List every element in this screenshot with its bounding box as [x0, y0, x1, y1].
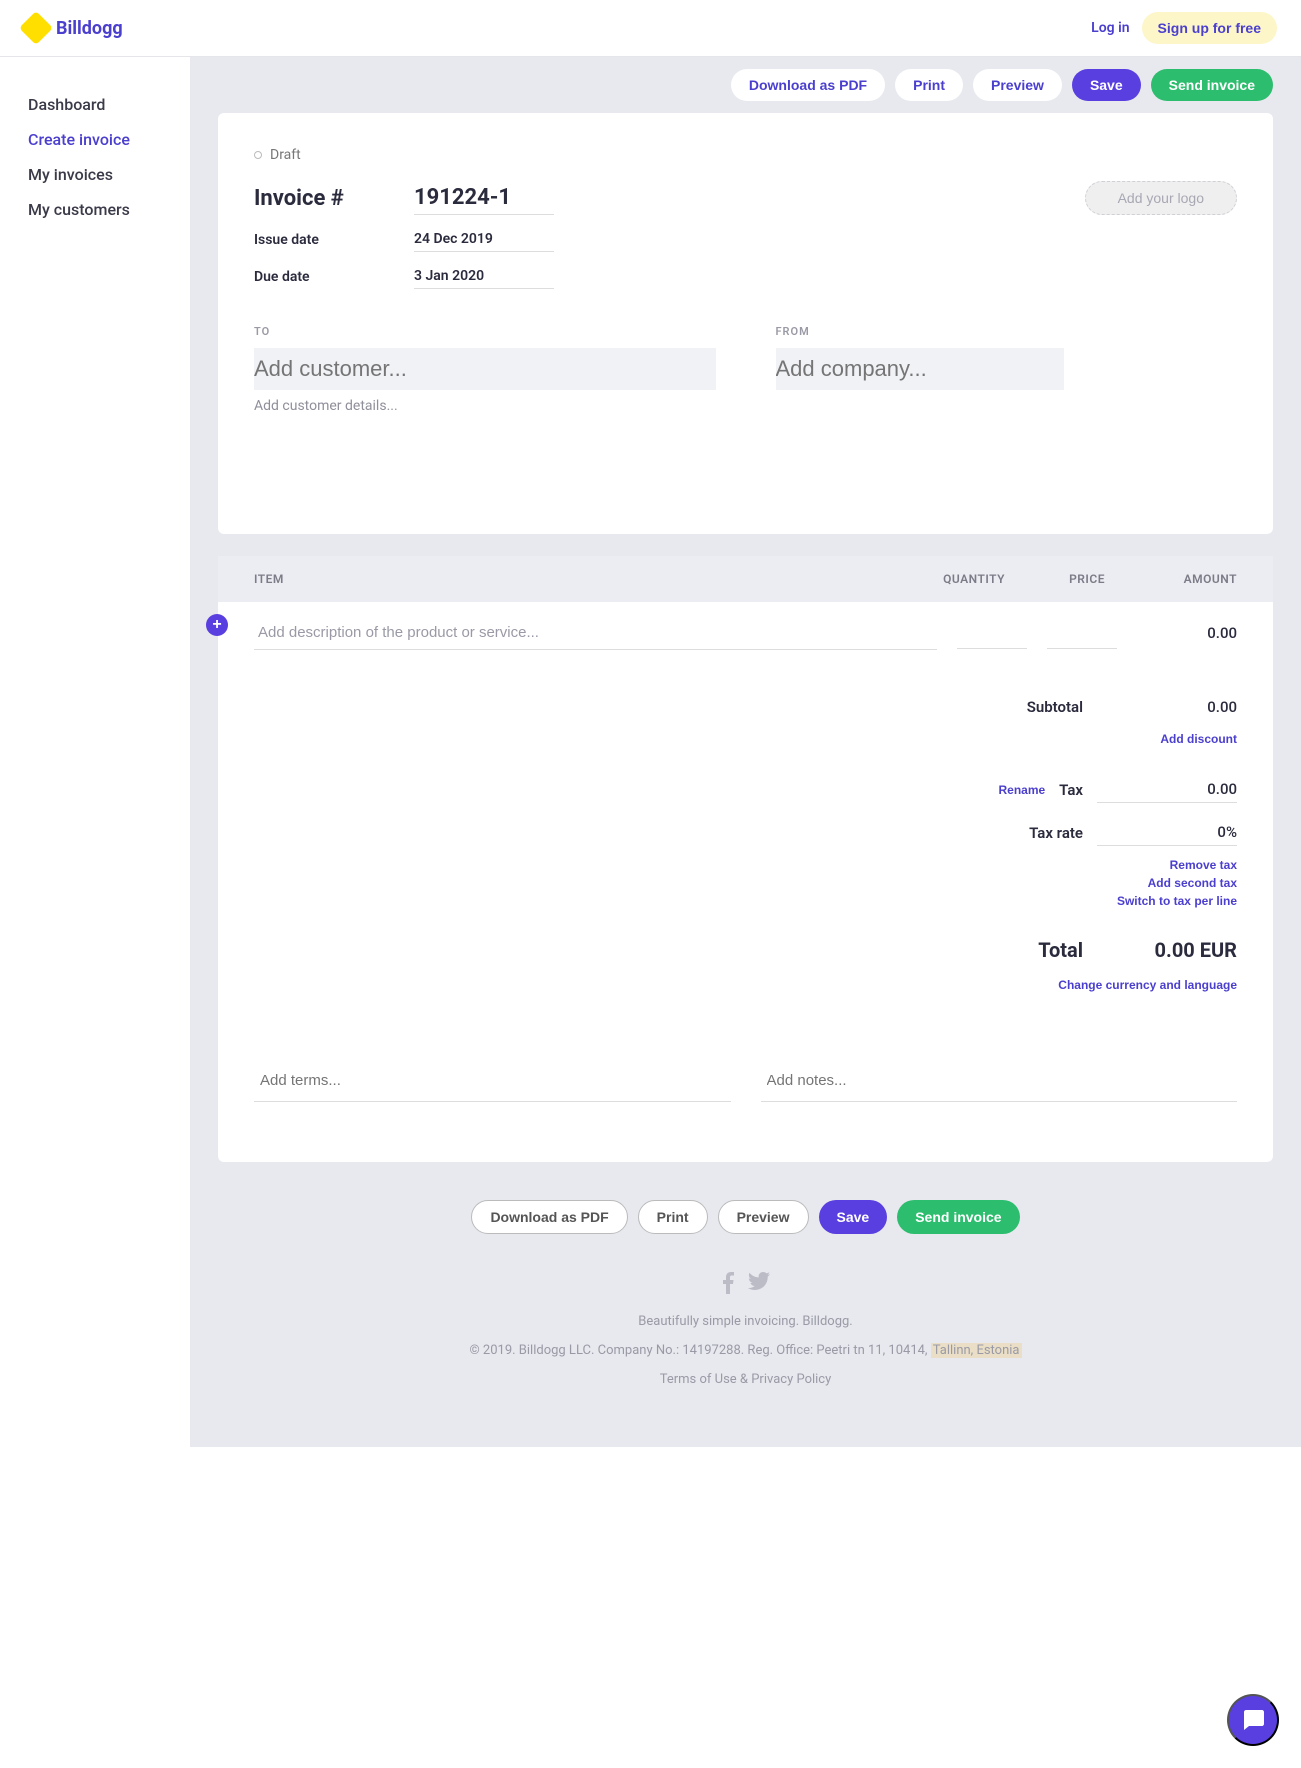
tax-value: 0.00 [1097, 776, 1237, 803]
items-body: + 0.00 Subtotal 0.00 Add discount Rename [218, 602, 1273, 1162]
terms-input[interactable] [254, 1060, 731, 1102]
top-actions: Log in Sign up for free [1091, 12, 1277, 44]
col-item: ITEM [226, 572, 905, 586]
col-amount: AMOUNT [1105, 572, 1265, 586]
intercom-button[interactable] [1227, 1694, 1279, 1746]
item-amount: 0.00 [1117, 624, 1237, 642]
sidebar: Dashboard Create invoice My invoices My … [0, 57, 190, 1447]
due-date-label: Due date [254, 269, 414, 285]
line-item-row: 0.00 [254, 616, 1237, 650]
invoice-card: Draft Invoice # 191224-1 Issue date 24 D… [218, 113, 1273, 534]
total-value: 0.00 EUR [1097, 938, 1237, 962]
save-button-bottom[interactable]: Save [819, 1200, 888, 1234]
status-row: Draft [254, 147, 1237, 163]
twitter-link[interactable] [748, 1272, 770, 1298]
to-header: TO [254, 325, 716, 338]
status-text: Draft [270, 147, 301, 163]
nav-create-invoice[interactable]: Create invoice [28, 122, 190, 157]
item-price-input[interactable] [1047, 617, 1117, 649]
col-quantity: QUANTITY [905, 572, 1005, 586]
due-date-input[interactable]: 3 Jan 2020 [414, 264, 554, 289]
action-bar-top: Download as PDF Print Preview Save Send … [190, 57, 1301, 113]
nav-dashboard[interactable]: Dashboard [28, 87, 190, 122]
signup-button[interactable]: Sign up for free [1142, 12, 1277, 44]
privacy-link[interactable]: Privacy Policy [751, 1372, 831, 1387]
item-quantity-input[interactable] [957, 617, 1027, 649]
items-header: ITEM QUANTITY PRICE AMOUNT [218, 556, 1273, 602]
tax-label: Tax [1059, 781, 1083, 799]
invoice-number-input[interactable]: 191224-1 [414, 181, 554, 215]
remove-tax-button[interactable]: Remove tax [1170, 858, 1237, 872]
change-currency-button[interactable]: Change currency and language [1058, 978, 1237, 992]
add-item-button[interactable]: + [206, 614, 228, 636]
preview-button-bottom[interactable]: Preview [718, 1200, 809, 1234]
rename-tax-button[interactable]: Rename [998, 783, 1045, 797]
issue-date-input[interactable]: 24 Dec 2019 [414, 227, 554, 252]
subtotal-value: 0.00 [1097, 698, 1237, 716]
action-bar-bottom: Download as PDF Print Preview Save Send … [190, 1162, 1301, 1258]
facebook-icon [722, 1272, 734, 1294]
tax-rate-label: Tax rate [1029, 824, 1083, 842]
add-logo-button[interactable]: Add your logo [1085, 181, 1237, 215]
login-link[interactable]: Log in [1091, 20, 1129, 36]
invoice-number-label: Invoice # [254, 186, 414, 211]
terms-link[interactable]: Terms of Use [660, 1372, 737, 1387]
top-header: Billdogg Log in Sign up for free [0, 0, 1301, 57]
add-second-tax-button[interactable]: Add second tax [1148, 876, 1237, 890]
footer-tagline: Beautifully simple invoicing. Billdogg. [190, 1314, 1301, 1329]
print-button[interactable]: Print [895, 69, 963, 101]
add-discount-button[interactable]: Add discount [1160, 732, 1237, 746]
nav-my-invoices[interactable]: My invoices [28, 157, 190, 192]
company-input[interactable] [776, 348, 1064, 390]
send-invoice-button[interactable]: Send invoice [1151, 69, 1273, 101]
customer-details-link[interactable]: Add customer details... [254, 398, 716, 414]
save-button[interactable]: Save [1072, 69, 1141, 101]
col-price: PRICE [1005, 572, 1105, 586]
twitter-icon [748, 1272, 770, 1290]
main-content: Download as PDF Print Preview Save Send … [190, 57, 1301, 1447]
logo-star-icon [19, 11, 53, 45]
nav-my-customers[interactable]: My customers [28, 192, 190, 227]
subtotal-label: Subtotal [1027, 698, 1083, 716]
customer-input[interactable] [254, 348, 716, 390]
footer-location: Tallinn, Estonia [931, 1343, 1022, 1358]
send-invoice-button-bottom[interactable]: Send invoice [897, 1200, 1019, 1234]
download-pdf-button-bottom[interactable]: Download as PDF [471, 1200, 627, 1234]
issue-date-label: Issue date [254, 232, 414, 248]
total-label: Total [1038, 938, 1083, 962]
switch-tax-button[interactable]: Switch to tax per line [1117, 894, 1237, 908]
footer: Beautifully simple invoicing. Billdogg. … [190, 1258, 1301, 1447]
chat-icon [1240, 1707, 1266, 1733]
facebook-link[interactable] [722, 1272, 734, 1298]
plus-icon: + [212, 616, 221, 634]
download-pdf-button[interactable]: Download as PDF [731, 69, 885, 101]
preview-button[interactable]: Preview [973, 69, 1062, 101]
footer-legal: © 2019. Billdogg LLC. Company No.: 14197… [190, 1343, 1301, 1358]
print-button-bottom[interactable]: Print [638, 1200, 708, 1234]
from-header: FROM [776, 325, 1238, 338]
notes-input[interactable] [761, 1060, 1238, 1102]
tax-rate-value[interactable]: 0% [1097, 819, 1237, 846]
item-description-input[interactable] [254, 616, 937, 650]
status-dot-icon [254, 151, 262, 159]
logo[interactable]: Billdogg [24, 16, 123, 40]
brand-name: Billdogg [56, 18, 123, 39]
